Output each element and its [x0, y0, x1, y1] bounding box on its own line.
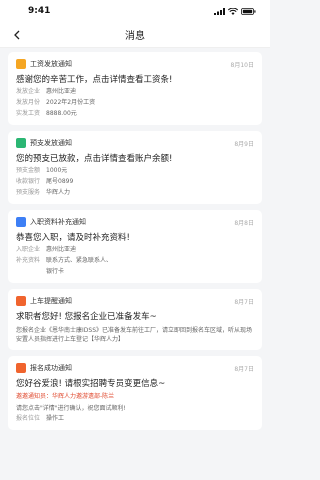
salary-notice-icon: [16, 59, 26, 69]
row-label: 入职企业: [16, 246, 41, 253]
document-notice-icon: [16, 217, 26, 227]
row-value: 惠州比亚迪: [46, 246, 77, 253]
row-value: 银行卡: [46, 268, 65, 275]
row-label: 实发工资: [16, 110, 41, 117]
row-label: 收款银行: [16, 178, 41, 185]
row-label: 报名位位: [16, 415, 41, 422]
card-type: 报名成功通知: [30, 364, 72, 372]
row-value: 1000元: [46, 167, 68, 174]
card-date: 8月9日: [234, 140, 254, 148]
card-highlight: 邀邀通知员：华辉人力邀游遗部-陈兰: [16, 393, 115, 400]
card-type: 入职资料补充通知: [30, 218, 86, 226]
bus-notice-icon: [16, 296, 26, 306]
card-type: 预支发放通知: [30, 139, 72, 147]
status-icons: [214, 7, 256, 15]
registration-notice-icon: [16, 363, 26, 373]
signal-icon: [214, 7, 225, 15]
card-type: 上车提醒通知: [30, 297, 72, 305]
card-header: 工资发放通知 8月10日: [16, 57, 254, 71]
card-header: 报名成功通知 8月7日: [16, 361, 254, 375]
row-label: 发放月份: [16, 99, 41, 106]
message-card-salary[interactable]: 工资发放通知 8月10日 感谢您的辛苦工作，点击详情查看工资条! 发放企业 惠州比…: [8, 52, 262, 125]
page-title: 消息: [125, 31, 145, 42]
nav-bar: 消息: [0, 22, 270, 48]
back-button[interactable]: [8, 26, 26, 44]
card-row: 银行卡: [16, 267, 254, 277]
card-header: 上车提醒通知 8月7日: [16, 294, 254, 308]
card-title: 感谢您的辛苦工作，点击详情查看工资条!: [16, 75, 173, 85]
card-type: 工资发放通知: [30, 60, 72, 68]
card-row: 收款银行 尾号0899: [16, 177, 254, 187]
battery-icon: [241, 7, 256, 15]
card-header: 入职资料补充通知 8月8日: [16, 215, 254, 229]
message-card-advance[interactable]: 预支发放通知 8月9日 您的预支已放款，点击详情查看账户余额! 预支金额 1000…: [8, 131, 262, 204]
card-row: 实发工资 8888.00元: [16, 109, 254, 119]
row-value: 8888.00元: [46, 110, 77, 117]
status-bar: 9:41: [0, 0, 270, 22]
message-list: 工资发放通知 8月10日 感谢您的辛苦工作，点击详情查看工资条! 发放企业 惠州比…: [0, 48, 270, 430]
card-row: 报名位位 操作工: [16, 414, 254, 424]
card-body: 您报名企业《恩华南士康IDSS》已准备发车前往工厂，请立即回到报名车区域，听从现…: [16, 327, 253, 343]
row-value: 华辉人力: [46, 189, 71, 196]
wifi-icon: [228, 7, 238, 15]
chevron-left-icon: [14, 30, 20, 40]
message-card-onboarding[interactable]: 入职资料补充通知 8月8日 恭喜您入职，请及时补充资料! 入职企业 惠州比亚迪 补…: [8, 210, 262, 283]
row-value: 操作工: [46, 415, 65, 422]
card-header: 预支发放通知 8月9日: [16, 136, 254, 150]
row-value: 惠州比亚迪: [46, 88, 77, 95]
row-label: [16, 267, 46, 277]
card-row: 发放月份 2022年2月份工资: [16, 98, 254, 108]
card-date: 8月7日: [234, 365, 254, 373]
row-label: 预支服务: [16, 189, 41, 196]
card-date: 8月10日: [230, 61, 254, 69]
card-row: 入职企业 惠州比亚迪: [16, 245, 254, 255]
row-value: 联系方式、紧急联系人、: [46, 257, 113, 264]
advance-notice-icon: [16, 138, 26, 148]
card-title: 您好谷爱浪! 请根实招聘专员变更信息~: [16, 379, 166, 389]
row-label: 补充资料: [16, 257, 41, 264]
card-date: 8月8日: [234, 219, 254, 227]
card-body: 请您点击"详情"进行确认，祝您面试顺利!: [16, 405, 126, 412]
status-time: 9:41: [28, 6, 51, 16]
message-card-registration[interactable]: 报名成功通知 8月7日 您好谷爱浪! 请根实招聘专员变更信息~ 邀邀通知员：华辉…: [8, 356, 262, 430]
row-label: 发放企业: [16, 88, 41, 95]
message-card-boarding[interactable]: 上车提醒通知 8月7日 求职者您好! 您报名企业已准备发车~ 您报名企业《恩华南…: [8, 289, 262, 350]
card-title: 您的预支已放款，点击详情查看账户余额!: [16, 154, 173, 164]
row-value: 尾号0899: [46, 178, 74, 185]
card-row: 发放企业 惠州比亚迪: [16, 87, 254, 97]
card-title: 恭喜您入职，请及时补充资料!: [16, 233, 130, 243]
card-row: 补充资料 联系方式、紧急联系人、: [16, 256, 254, 266]
card-row: 预支服务 华辉人力: [16, 188, 254, 198]
row-value: 2022年2月份工资: [46, 99, 96, 106]
row-label: 预支金额: [16, 167, 41, 174]
card-row: 预支金额 1000元: [16, 166, 254, 176]
card-date: 8月7日: [234, 298, 254, 306]
card-title: 求职者您好! 您报名企业已准备发车~: [16, 312, 157, 322]
